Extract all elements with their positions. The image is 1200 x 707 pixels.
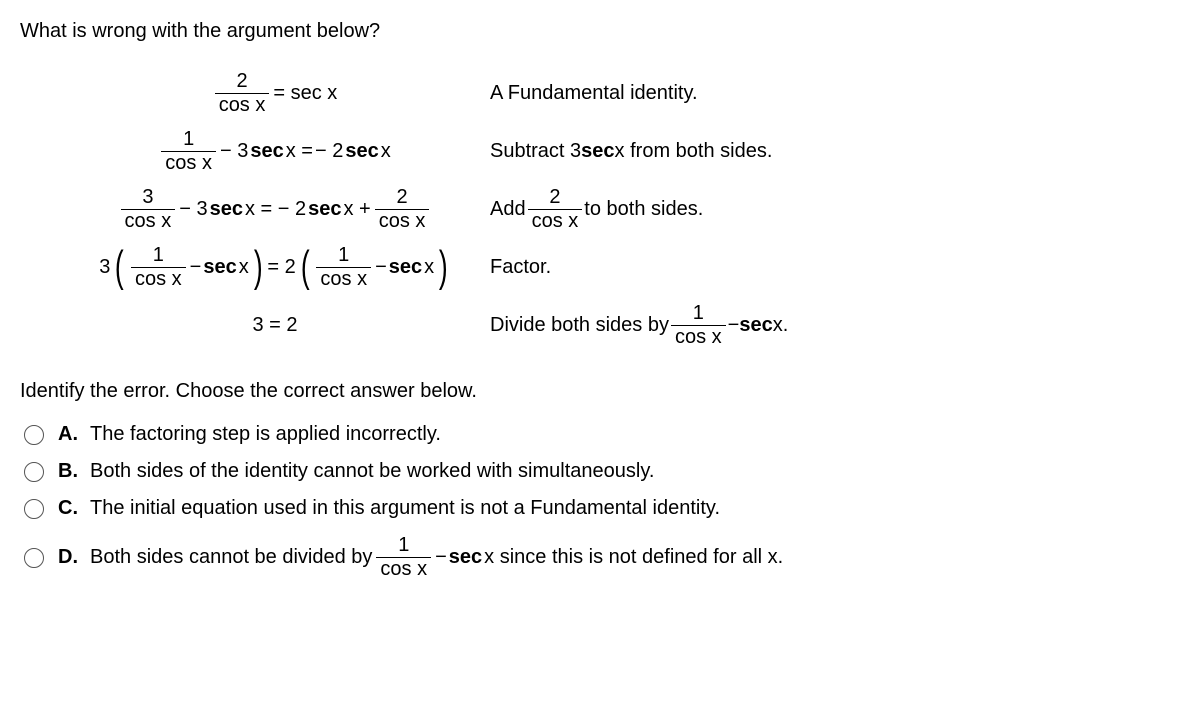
radio-c[interactable] [24, 499, 44, 519]
option-c[interactable]: C. The initial equation used in this arg… [24, 497, 1180, 520]
step4-sec: sec [203, 256, 236, 279]
step2-reason-post: x from both sides. [615, 140, 773, 163]
identify-text: Identify the error. Choose the correct a… [20, 380, 1180, 403]
step4-x2: x [424, 256, 434, 279]
option-c-text: The initial equation used in this argume… [90, 497, 720, 520]
option-d-mid: − [435, 546, 447, 569]
step5-reason-pre: Divide both sides by [490, 314, 669, 337]
step4-sec2: sec [389, 256, 422, 279]
option-a-text: The factoring step is applied incorrectl… [90, 423, 441, 446]
step1-lhs-num: 2 [232, 70, 251, 93]
option-d-letter: D. [58, 546, 80, 569]
step3-reason-pre: Add [490, 198, 526, 221]
step-4: 3 ( 1 cos x − sec x ) = 2 ( 1 cos x − se… [60, 242, 1180, 292]
option-d-num: 1 [394, 534, 413, 557]
argument-steps: 2 cos x = sec x A Fundamental identity. … [60, 68, 1180, 350]
question-text: What is wrong with the argument below? [20, 20, 1180, 43]
step4-a-den: cos x [131, 267, 186, 291]
step3-b-den: cos x [375, 209, 430, 233]
step-1: 2 cos x = sec x A Fundamental identity. [60, 68, 1180, 118]
option-d-bold: sec [449, 546, 482, 569]
radio-b[interactable] [24, 462, 44, 482]
option-d-pre: Both sides cannot be divided by [90, 546, 372, 569]
step5-reason-mid: − [728, 314, 740, 337]
radio-d[interactable] [24, 548, 44, 568]
radio-a[interactable] [24, 425, 44, 445]
step2-sec2: sec [345, 140, 378, 163]
step2-rhs: − 2 [315, 140, 343, 163]
step5-eq: 3 = 2 [252, 314, 297, 337]
step3-reason-num: 2 [545, 186, 564, 209]
option-b-letter: B. [58, 460, 80, 483]
step-3: 3 cos x − 3 sec x = − 2 sec x + 2 cos x … [60, 184, 1180, 234]
option-d-den: cos x [376, 557, 431, 581]
step3-mid: − 3 [179, 198, 207, 221]
step3-a-den: cos x [121, 209, 176, 233]
step2-reason-bold: sec [581, 140, 614, 163]
step3-reason-post: to both sides. [584, 198, 703, 221]
step3-b-num: 2 [393, 186, 412, 209]
step3-x2: x + [344, 198, 371, 221]
option-d-post: x since this is not defined for all x. [484, 546, 783, 569]
option-a-letter: A. [58, 423, 80, 446]
step4-a-num: 1 [149, 244, 168, 267]
step4-mid2: − [375, 256, 387, 279]
option-b-text: Both sides of the identity cannot be wor… [90, 460, 654, 483]
step2-a-den: cos x [161, 151, 216, 175]
step-2: 1 cos x − 3 sec x = − 2 sec x Subtract 3… [60, 126, 1180, 176]
step3-x: x = − 2 [245, 198, 306, 221]
step4-eq: = 2 [267, 256, 295, 279]
step2-a-num: 1 [179, 128, 198, 151]
step3-a-num: 3 [138, 186, 157, 209]
step4-reason: Factor. [490, 256, 1180, 279]
step4-b-den: cos x [316, 267, 371, 291]
step1-eq: = sec x [273, 82, 337, 105]
option-a[interactable]: A. The factoring step is applied incorre… [24, 423, 1180, 446]
step2-mid: − 3 [220, 140, 248, 163]
step2-reason-pre: Subtract 3 [490, 140, 581, 163]
step5-reason-den: cos x [671, 325, 726, 349]
step5-reason-post: x. [773, 314, 789, 337]
step1-reason: A Fundamental identity. [490, 82, 1180, 105]
step3-reason-den: cos x [528, 209, 583, 233]
step4-lead: 3 [99, 256, 110, 279]
option-c-letter: C. [58, 497, 80, 520]
step2-x: x = [286, 140, 313, 163]
step3-sec: sec [210, 198, 243, 221]
step5-reason-num: 1 [689, 302, 708, 325]
option-b[interactable]: B. Both sides of the identity cannot be … [24, 460, 1180, 483]
step4-b-num: 1 [334, 244, 353, 267]
step4-x: x [239, 256, 249, 279]
step5-reason-bold: sec [739, 314, 772, 337]
step1-lhs-den: cos x [215, 93, 270, 117]
step-5: 3 = 2 Divide both sides by 1 cos x − sec… [60, 300, 1180, 350]
step2-sec: sec [250, 140, 283, 163]
option-d[interactable]: D. Both sides cannot be divided by 1 cos… [24, 534, 1180, 581]
step3-sec2: sec [308, 198, 341, 221]
step4-mid1: − [190, 256, 202, 279]
step2-x2: x [381, 140, 391, 163]
